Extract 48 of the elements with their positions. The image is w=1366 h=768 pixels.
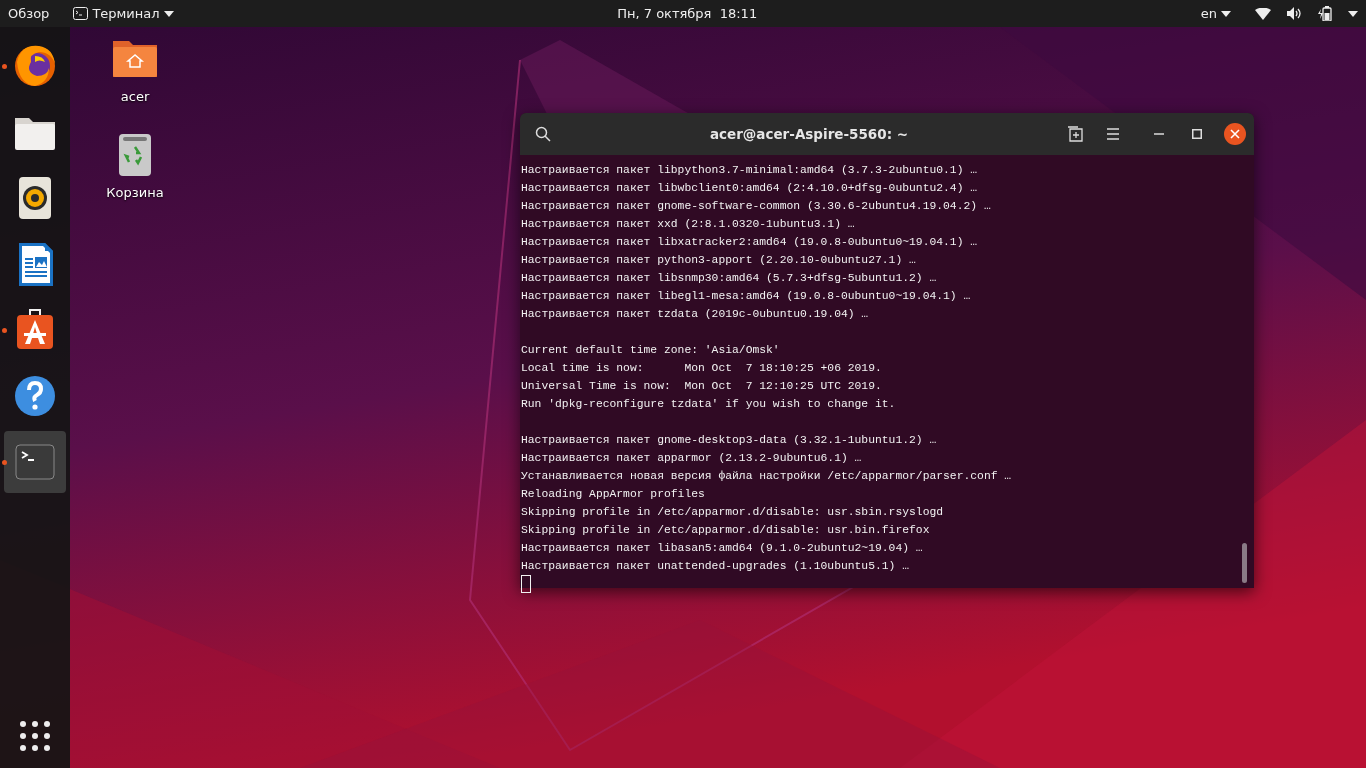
- terminal-line: Устанавливается новая версия файла настройки /etc/apparmor/parser.conf …: [521, 469, 1012, 484]
- volume-icon: [1287, 7, 1302, 20]
- terminal-line: Настраивается пакет xxd (2:8.1.0320-1ubuntu3.1) …: [521, 217, 855, 232]
- battery-icon: [1318, 6, 1332, 21]
- terminal-line: Local time is now: Mon Oct 7 18:10:25 +06 2019.: [521, 361, 882, 376]
- menu-icon: [1106, 128, 1120, 140]
- activities-button[interactable]: Обзор: [8, 3, 50, 24]
- terminal-line: Настраивается пакет libwbclient0:amd64 (2:4.10.0+dfsg-0ubuntu2.4) …: [521, 181, 978, 196]
- terminal-line: Run 'dpkg-reconfigure tzdata' if you wish to change it.: [521, 397, 896, 412]
- terminal-line: Reloading AppArmor profiles: [521, 487, 705, 502]
- maximize-icon: [1192, 129, 1202, 139]
- caret-icon: [1221, 10, 1231, 17]
- terminal-line: Настраивается пакет libegl1-mesa:amd64 (19.0.8-0ubuntu0~19.04.1) …: [521, 289, 971, 304]
- caret-icon: [163, 10, 174, 17]
- terminal-line: Universal Time is now: Mon Oct 7 12:10:25 UTC 2019.: [521, 379, 882, 394]
- terminal-line: Настраивается пакет libsnmp30:amd64 (5.7.3+dfsg-5ubuntu1.2) …: [521, 271, 937, 286]
- terminal-line: Настраивается пакет libasan5:amd64 (9.1.0-2ubuntu2~19.04) …: [521, 541, 923, 556]
- terminal-line: Current default time zone: 'Asia/Omsk': [521, 343, 780, 358]
- terminal-line: Настраивается пакет gnome-desktop3-data (3.32.1-1ubuntu1.2) …: [521, 433, 937, 448]
- terminal-line: Skipping profile in /etc/apparmor.d/disable: usr.bin.firefox: [521, 523, 930, 538]
- app-grid-icon[interactable]: [19, 720, 51, 752]
- terminal-line: Настраивается пакет unattended-upgrades (1.10ubuntu5.1) …: [521, 559, 910, 574]
- terminal-line: Настраивается пакет libpython3.7-minimal:amd64 (3.7.3-2ubuntu0.1) …: [521, 163, 978, 178]
- search-icon: [535, 126, 551, 142]
- app-menu[interactable]: Терминал: [73, 3, 174, 24]
- terminal-line: Настраивается пакет libxatracker2:amd64 (19.0.8-0ubuntu0~19.04.1) …: [521, 235, 978, 250]
- terminal-line: Настраивается пакет apparmor (2.13.2-9ubuntu6.1) …: [521, 451, 862, 466]
- new-tab-icon: [1067, 126, 1083, 142]
- close-icon: [1230, 129, 1240, 139]
- terminal-line: Настраивается пакет tzdata (2019c-0ubuntu0.19.04) …: [521, 307, 869, 322]
- desktop-icon-label[interactable]: Корзина: [106, 182, 164, 202]
- minimize-icon: [1154, 133, 1164, 135]
- caret-icon: [1348, 10, 1358, 17]
- terminal-line: Настраивается пакет gnome-software-common (3.30.6-2ubuntu4.19.04.2) …: [521, 199, 991, 214]
- clock[interactable]: Пн, 7 октября 18:11: [617, 3, 758, 24]
- terminal-line: Настраивается пакет python3-apport (2.20.10-0ubuntu27.1) …: [521, 253, 916, 268]
- keyboard-layout-menu[interactable]: en: [1200, 3, 1231, 24]
- system-menu[interactable]: [1255, 6, 1358, 21]
- close-button[interactable]: [1224, 123, 1246, 145]
- app-menu-label: Терминал: [92, 4, 160, 23]
- wifi-icon: [1255, 7, 1271, 20]
- desktop-icon-label[interactable]: acer: [120, 87, 150, 107]
- scrollbar-thumb[interactable]: [1242, 543, 1247, 583]
- text-cursor: [521, 575, 531, 593]
- keyboard-layout-label: en: [1200, 4, 1217, 23]
- window-title: acer@acer-Aspire-5560: ~: [709, 126, 909, 142]
- terminal-icon: [73, 7, 89, 20]
- terminal-line: Skipping profile in /etc/apparmor.d/disable: usr.sbin.rsyslogd: [521, 505, 944, 520]
